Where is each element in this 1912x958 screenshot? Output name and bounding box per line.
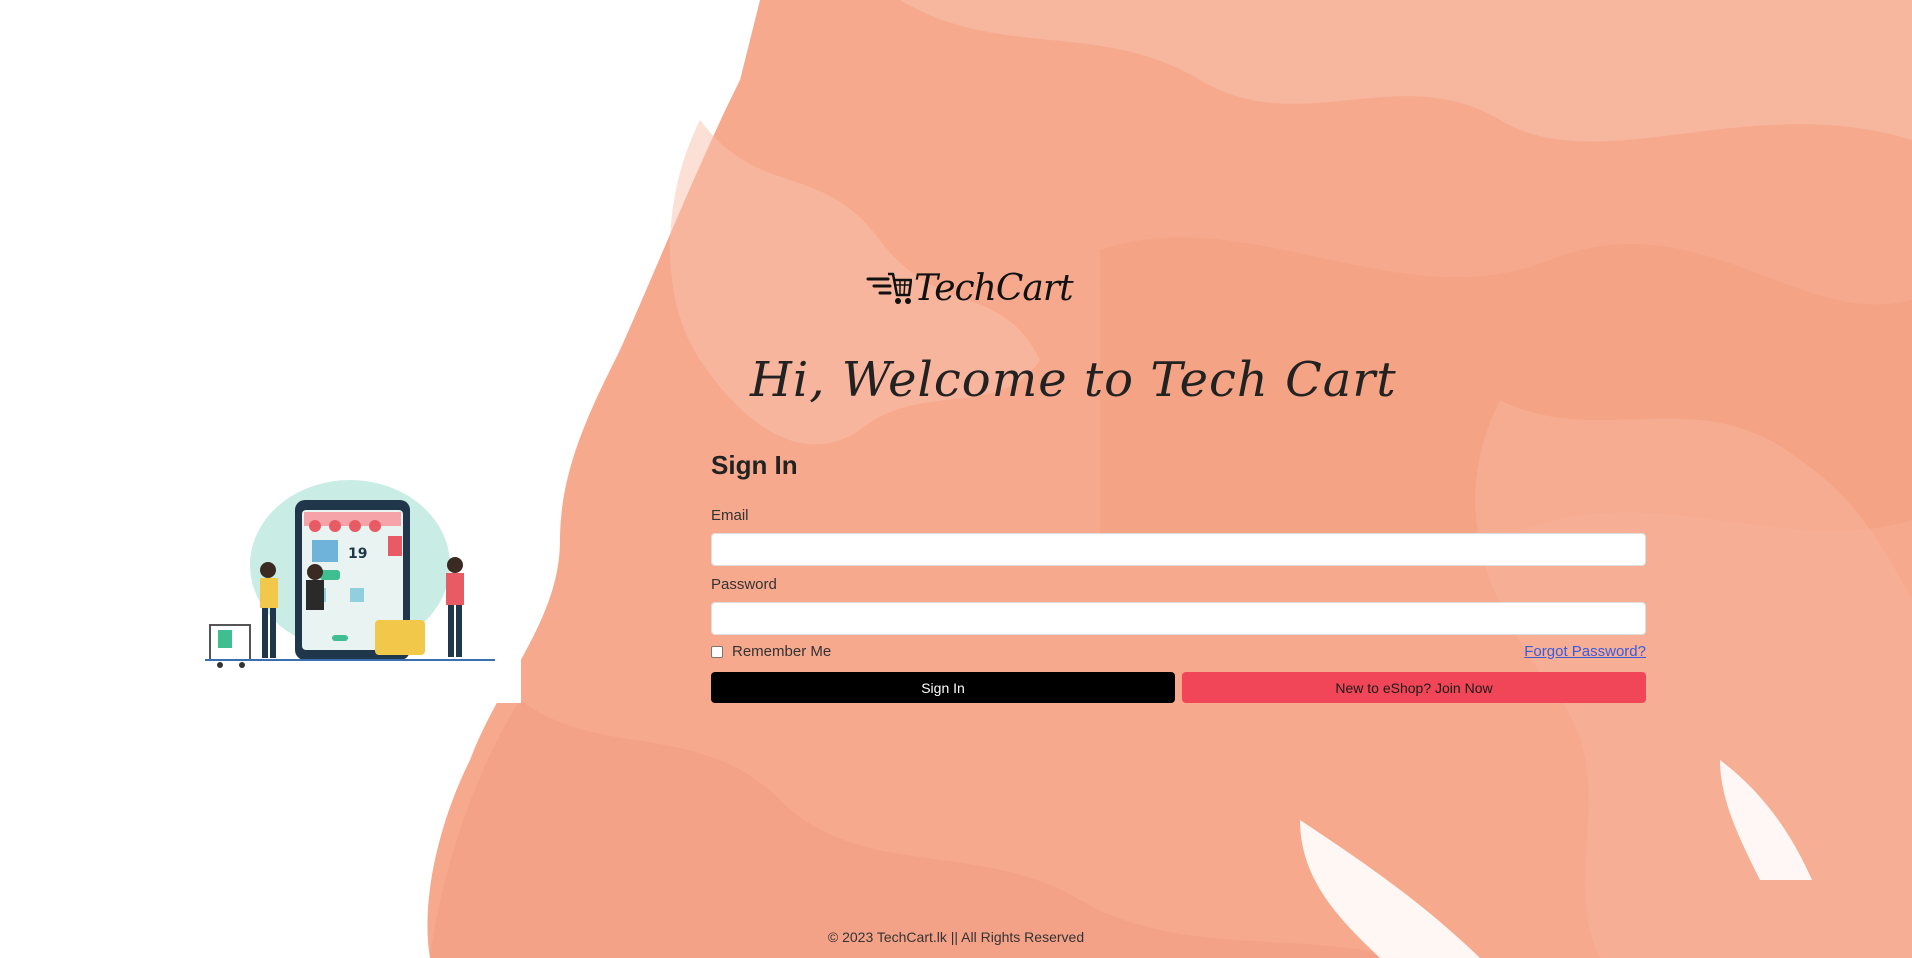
logo-text: TechCart bbox=[914, 267, 1074, 309]
signin-button[interactable]: Sign In bbox=[711, 672, 1175, 703]
shopping-cart-icon bbox=[866, 272, 912, 304]
welcome-heading: Hi, Welcome to Tech Cart bbox=[750, 352, 1397, 408]
email-field[interactable] bbox=[711, 533, 1646, 566]
forgot-password-link[interactable]: Forgot Password? bbox=[1524, 643, 1646, 660]
password-label: Password bbox=[711, 576, 777, 593]
remember-me-checkbox[interactable] bbox=[711, 645, 723, 658]
remember-me[interactable]: Remember Me bbox=[711, 643, 831, 660]
password-field[interactable] bbox=[711, 602, 1646, 635]
shopping-illustration: 19 bbox=[205, 480, 495, 668]
footer-copyright: © 2023 TechCart.lk || All Rights Reserve… bbox=[827, 929, 1085, 945]
remember-me-label: Remember Me bbox=[732, 643, 832, 660]
techcart-logo[interactable]: TechCart bbox=[866, 262, 1074, 314]
signin-title: Sign In bbox=[711, 450, 798, 480]
email-label: Email bbox=[711, 507, 749, 524]
join-now-button[interactable]: New to eShop? Join Now bbox=[1182, 672, 1646, 703]
svg-text:19: 19 bbox=[348, 546, 367, 562]
login-page: 19 TechCart Hi, Welcome to Tech Cart Sig… bbox=[0, 0, 1912, 958]
